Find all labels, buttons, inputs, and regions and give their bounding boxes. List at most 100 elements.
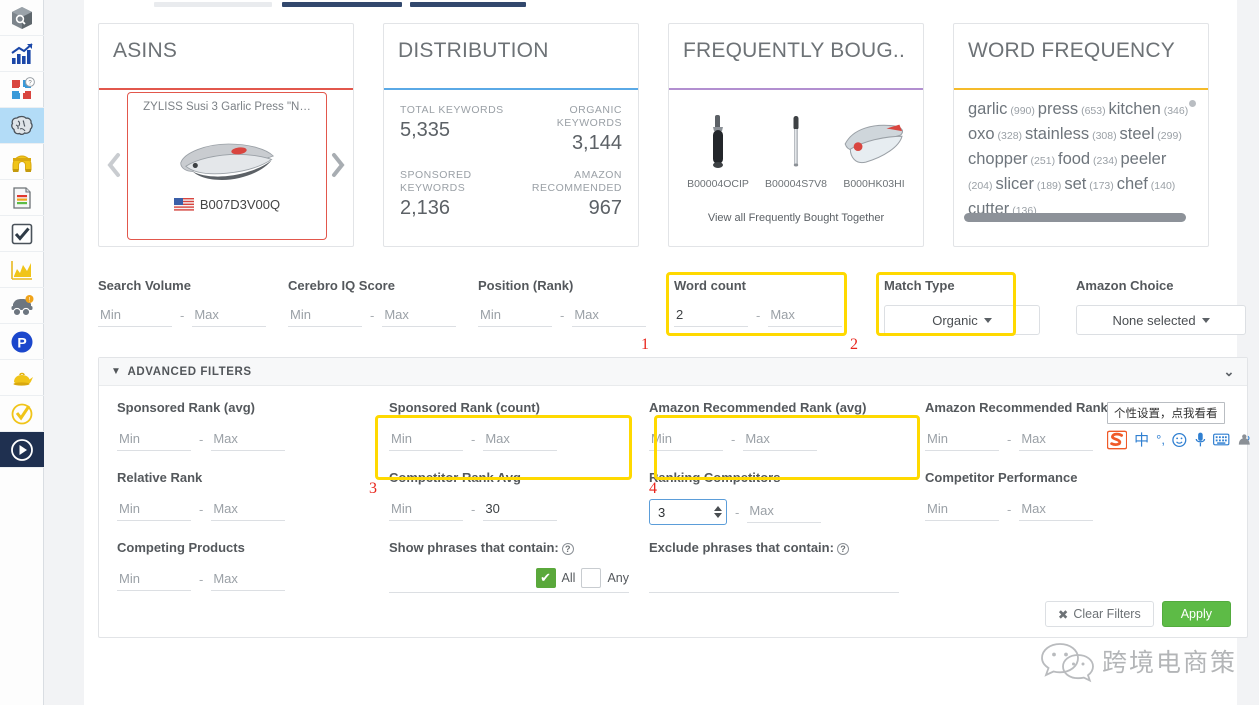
ime-tooltip[interactable]: 个性设置，点我看看 xyxy=(1107,402,1225,424)
asins-next-arrow[interactable] xyxy=(327,150,349,180)
ranking-competitors-max-input[interactable] xyxy=(747,501,821,523)
view-all-fbt-link[interactable]: View all Frequently Bought Together xyxy=(669,212,923,224)
help-question-icon[interactable]: ? xyxy=(562,543,574,555)
range-dash: - xyxy=(199,572,203,591)
position-rank-max-input[interactable] xyxy=(572,305,646,327)
sidebar-item-product-database[interactable] xyxy=(0,0,44,36)
word-count-min-input[interactable] xyxy=(674,305,748,327)
show-phrases-any-checkbox[interactable] xyxy=(581,568,601,588)
word-frequency-term[interactable]: set xyxy=(1064,175,1086,193)
word-frequency-count: (653) xyxy=(1078,105,1108,117)
exclude-phrases-label: Exclude phrases that contain:? xyxy=(649,540,899,555)
sponsored-rank-avg-max-input[interactable] xyxy=(211,429,285,451)
word-frequency-term[interactable]: peeler xyxy=(1120,150,1166,168)
sidebar-item-alerts[interactable]: ! xyxy=(0,288,44,324)
search-volume-max-input[interactable] xyxy=(192,305,266,327)
sidebar-item-inventory-genie[interactable] xyxy=(0,360,44,396)
garlic-press-product-image xyxy=(167,119,287,193)
position-rank-min-input[interactable] xyxy=(478,305,552,327)
match-type-dropdown[interactable]: Organic xyxy=(884,305,1040,335)
competitor-rank-avg-max-input[interactable] xyxy=(483,499,557,521)
fbt-item[interactable]: B00004OCIP xyxy=(680,113,756,190)
word-frequency-count: (234) xyxy=(1090,155,1120,167)
asin-tile[interactable]: ZYLISS Susi 3 Garlic Press "N… xyxy=(127,92,327,240)
show-phrases-all-checkbox[interactable]: ✔ xyxy=(536,568,556,588)
search-volume-min-input[interactable] xyxy=(98,305,172,327)
sogou-logo-icon[interactable] xyxy=(1107,430,1127,450)
sidebar-item-keyword-tracker[interactable] xyxy=(0,252,44,288)
sponsored-rank-count-max-input[interactable] xyxy=(483,429,557,451)
spinner-down-icon[interactable] xyxy=(714,513,722,518)
tab-stub-active-1[interactable] xyxy=(282,2,402,7)
genie-lamp-icon xyxy=(9,365,35,391)
show-phrases-input-line[interactable]: ✔ All Any xyxy=(389,563,629,593)
exclude-phrases-group: Exclude phrases that contain:? xyxy=(649,540,899,593)
sidebar-item-profits[interactable]: P xyxy=(0,324,44,360)
filter-match-type: Match Type Organic xyxy=(884,278,1040,335)
sidebar-item-magnet[interactable] xyxy=(0,144,44,180)
spinner-arrows[interactable] xyxy=(714,506,722,518)
ranking-competitors-min-spinner[interactable] xyxy=(649,499,727,525)
amazon-choice-dropdown[interactable]: None selected xyxy=(1076,305,1246,335)
word-frequency-term[interactable]: steel xyxy=(1120,125,1155,143)
fbt-item[interactable]: B00004S7V8 xyxy=(758,113,834,190)
ime-mode-chinese[interactable]: 中 xyxy=(1134,429,1149,450)
voice-input-icon[interactable] xyxy=(1237,433,1252,447)
close-icon: ✖ xyxy=(1058,607,1068,622)
help-question-icon[interactable]: ? xyxy=(837,543,849,555)
amazon-recommended-rank-avg-max-input[interactable] xyxy=(743,429,817,451)
sidebar-item-extension[interactable]: ? xyxy=(0,72,44,108)
apply-button[interactable]: Apply xyxy=(1162,601,1231,627)
word-frequency-term[interactable]: garlic xyxy=(968,100,1007,118)
filter-label: Competitor Rank Avg xyxy=(389,470,557,485)
amazon-recommended-rank-avg-min-input[interactable] xyxy=(649,429,723,451)
tab-stub-inactive[interactable] xyxy=(154,2,272,7)
clear-filters-button[interactable]: ✖ Clear Filters xyxy=(1045,601,1154,627)
amazon-recommended-rank-count-max-input[interactable] xyxy=(1019,429,1093,451)
competitor-performance-min-input[interactable] xyxy=(925,499,999,521)
word-frequency-term[interactable]: slicer xyxy=(995,175,1034,193)
word-frequency-term[interactable]: press xyxy=(1038,100,1078,118)
word-frequency-term[interactable]: stainless xyxy=(1025,125,1089,143)
cerebro-iq-max-input[interactable] xyxy=(382,305,456,327)
word-frequency-term[interactable]: chef xyxy=(1117,175,1148,193)
sidebar-item-listing-builder[interactable] xyxy=(0,180,44,216)
tab-stub-active-2[interactable] xyxy=(410,2,526,7)
asins-prev-arrow[interactable] xyxy=(103,150,125,180)
advanced-filters-header[interactable]: ▼ ADVANCED FILTERS ⌄ xyxy=(99,358,1247,386)
filter-cerebro-iq: Cerebro IQ Score - xyxy=(288,278,456,327)
relative-rank-min-input[interactable] xyxy=(117,499,191,521)
word-count-max-input[interactable] xyxy=(768,305,842,327)
advanced-filters-panel: ▼ ADVANCED FILTERS ⌄ Sponsored Rank (avg… xyxy=(98,357,1248,638)
amazon-recommended-rank-count-min-input[interactable] xyxy=(925,429,999,451)
relative-rank-max-input[interactable] xyxy=(211,499,285,521)
exclude-phrases-input-line[interactable] xyxy=(649,563,899,593)
competing-products-min-input[interactable] xyxy=(117,569,191,591)
word-frequency-term[interactable]: chopper xyxy=(968,150,1028,168)
ranking-competitors-min-input[interactable] xyxy=(656,504,708,521)
sidebar-item-trendster[interactable] xyxy=(0,36,44,72)
ime-punctuation-toggle[interactable]: °, xyxy=(1156,432,1165,447)
sponsored-rank-count-min-input[interactable] xyxy=(389,429,463,451)
sidebar-item-index-checker[interactable] xyxy=(0,216,44,252)
word-frequency-term[interactable]: food xyxy=(1058,150,1090,168)
cerebro-iq-min-input[interactable] xyxy=(288,305,362,327)
competing-products-max-input[interactable] xyxy=(211,569,285,591)
microphone-icon[interactable] xyxy=(1194,431,1207,448)
sidebar-item-review-automation[interactable] xyxy=(0,396,44,432)
emoji-icon[interactable] xyxy=(1172,432,1187,448)
word-frequency-term[interactable]: kitchen xyxy=(1109,100,1161,118)
check-circle-icon xyxy=(9,401,35,427)
sidebar-item-cerebro[interactable] xyxy=(0,108,44,144)
brain-cerebro-icon xyxy=(9,113,35,139)
sponsored-rank-avg-min-input[interactable] xyxy=(117,429,191,451)
word-frequency-term[interactable]: oxo xyxy=(968,125,995,143)
competitor-rank-avg-min-input[interactable] xyxy=(389,499,463,521)
svg-text:P: P xyxy=(17,334,26,350)
competitor-performance-max-input[interactable] xyxy=(1019,499,1093,521)
spinner-up-icon[interactable] xyxy=(714,506,722,511)
fbt-item[interactable]: B000HK03HI xyxy=(836,113,912,190)
sidebar-item-academy[interactable] xyxy=(0,432,44,468)
soft-keyboard-icon[interactable] xyxy=(1213,433,1229,446)
word-frequency-scrollbar[interactable] xyxy=(964,213,1186,222)
